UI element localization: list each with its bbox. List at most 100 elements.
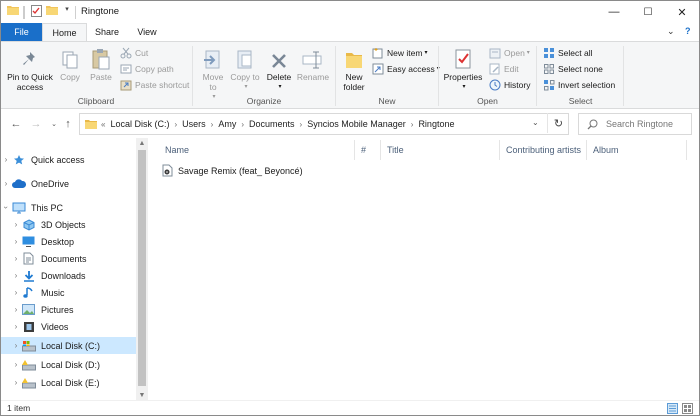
- close-button[interactable]: ✕: [665, 1, 699, 23]
- back-arrow-icon[interactable]: ←: [9, 117, 23, 131]
- cut-button[interactable]: Cut: [119, 45, 148, 60]
- expand-chevron-icon[interactable]: ›: [1, 179, 11, 188]
- select-none-button[interactable]: Select none: [542, 61, 603, 76]
- open-group: Properties ▾ Open ▾ Edit History Open: [440, 42, 535, 109]
- navigation-pane: › Quick access › OneDrive › This PC › 3D…: [1, 138, 149, 400]
- tab-view[interactable]: View: [127, 23, 167, 41]
- new-folder-quick-icon[interactable]: [46, 5, 58, 15]
- nav-videos[interactable]: › Videos: [1, 318, 137, 335]
- rename-icon: [302, 44, 324, 70]
- file-row[interactable]: Savage Remix (feat_ Beyoncé): [161, 162, 303, 179]
- nav-local-disk-c[interactable]: › Local Disk (C:): [1, 337, 137, 354]
- new-item-button[interactable]: New item ▾: [371, 45, 427, 60]
- move-to-button[interactable]: Move to ▾: [198, 44, 228, 102]
- pin-quick-access-button[interactable]: Pin to Quick access: [5, 44, 55, 92]
- refresh-icon[interactable]: ↻: [547, 113, 569, 133]
- expand-chevron-icon[interactable]: ›: [11, 378, 21, 387]
- address-dropdown-icon[interactable]: ⌄: [532, 118, 539, 127]
- expand-chevron-icon[interactable]: ›: [11, 254, 21, 263]
- paste-shortcut-button[interactable]: Paste shortcut: [119, 77, 189, 92]
- breadcrumb-overflow[interactable]: «: [101, 120, 105, 129]
- expand-chevron-icon[interactable]: ›: [11, 322, 21, 331]
- expand-chevron-icon[interactable]: ›: [11, 305, 21, 314]
- new-folder-button[interactable]: New folder: [339, 44, 369, 92]
- breadcrumb-separator-icon[interactable]: ›: [300, 120, 303, 129]
- forward-arrow-icon[interactable]: →: [29, 117, 43, 131]
- new-folder-label: New folder: [343, 72, 365, 92]
- tab-share[interactable]: Share: [87, 23, 127, 41]
- expand-chevron-icon[interactable]: ›: [11, 288, 21, 297]
- minimize-button[interactable]: —: [597, 1, 631, 23]
- easy-access-button[interactable]: Easy access ▾: [371, 61, 440, 76]
- collapse-chevron-icon[interactable]: ›: [2, 203, 11, 213]
- tab-file[interactable]: File: [1, 23, 42, 41]
- ribbon-separator: [536, 46, 537, 106]
- scroll-down-icon[interactable]: ▼: [136, 390, 148, 400]
- large-icons-view-icon[interactable]: [682, 403, 693, 414]
- copy-button[interactable]: Copy: [57, 44, 83, 82]
- customize-qa-dropdown-icon[interactable]: ▾: [62, 5, 72, 13]
- details-view-icon[interactable]: [667, 403, 678, 414]
- breadcrumb-local-disk-c[interactable]: Local Disk (C:): [110, 119, 169, 129]
- invert-selection-button[interactable]: Invert selection: [542, 77, 615, 92]
- nav-pane-scrollbar[interactable]: ▲ ▼: [136, 138, 148, 400]
- nav-onedrive[interactable]: › OneDrive: [1, 175, 137, 192]
- edit-button[interactable]: Edit: [488, 61, 519, 76]
- column-header-number[interactable]: #: [355, 140, 381, 160]
- expand-chevron-icon[interactable]: ›: [11, 237, 21, 246]
- rename-button[interactable]: Rename: [296, 44, 330, 82]
- nav-3d-objects[interactable]: › 3D Objects: [1, 216, 137, 233]
- nav-pictures[interactable]: › Pictures: [1, 301, 137, 318]
- nav-music-label: Music: [41, 287, 65, 298]
- delete-button[interactable]: Delete ▾: [264, 44, 294, 92]
- column-header-contributing-artists[interactable]: Contributing artists: [500, 140, 587, 160]
- breadcrumb-users[interactable]: Users: [182, 119, 206, 129]
- expand-chevron-icon[interactable]: ›: [1, 155, 11, 164]
- nav-this-pc[interactable]: › This PC: [1, 199, 137, 216]
- address-bar[interactable]: « Local Disk (C:) › Users › Amy › Docume…: [79, 113, 569, 135]
- maximize-button[interactable]: ☐: [631, 1, 665, 23]
- open-button[interactable]: Open ▾: [488, 45, 530, 60]
- scrollbar-thumb[interactable]: [138, 150, 146, 386]
- search-box[interactable]: Search Ringtone: [578, 113, 692, 135]
- expand-chevron-icon[interactable]: ›: [11, 360, 21, 369]
- paste-shortcut-icon: [119, 78, 132, 91]
- breadcrumb-ringtone[interactable]: Ringtone: [418, 119, 454, 129]
- paste-button[interactable]: Paste: [87, 44, 115, 82]
- expand-chevron-icon[interactable]: ›: [11, 220, 21, 229]
- properties-button[interactable]: Properties ▾: [443, 44, 483, 92]
- select-all-button[interactable]: Select all: [542, 45, 593, 60]
- nav-local-disk-d[interactable]: › Local Disk (D:): [1, 356, 137, 373]
- breadcrumb-documents[interactable]: Documents: [249, 119, 295, 129]
- expand-chevron-icon[interactable]: ›: [11, 341, 21, 350]
- scroll-up-icon[interactable]: ▲: [136, 138, 148, 148]
- breadcrumb-separator-icon[interactable]: ›: [411, 120, 414, 129]
- breadcrumb-syncios[interactable]: Syncios Mobile Manager: [307, 119, 406, 129]
- recent-locations-chevron-icon[interactable]: ⌄: [47, 117, 61, 131]
- nav-downloads[interactable]: › Downloads: [1, 267, 137, 284]
- collapse-ribbon-icon[interactable]: ⌄: [667, 26, 675, 37]
- breadcrumb-separator-icon[interactable]: ›: [241, 120, 244, 129]
- copy-to-button[interactable]: Copy to ▾: [230, 44, 260, 92]
- properties-quick-icon[interactable]: [30, 5, 42, 17]
- column-header-title[interactable]: Title: [381, 140, 500, 160]
- history-label: History: [504, 79, 531, 90]
- copy-path-button[interactable]: Copy path: [119, 61, 174, 76]
- breadcrumb-separator-icon[interactable]: ›: [211, 120, 214, 129]
- breadcrumb-separator-icon[interactable]: ›: [174, 120, 177, 129]
- help-icon[interactable]: ?: [685, 26, 691, 36]
- nav-local-disk-e[interactable]: › Local Disk (E:): [1, 374, 137, 391]
- nav-quick-access[interactable]: › Quick access: [1, 151, 137, 168]
- column-header-album[interactable]: Album: [587, 140, 687, 160]
- nav-music[interactable]: › Music: [1, 284, 137, 301]
- history-button[interactable]: History: [488, 77, 530, 92]
- column-header-name[interactable]: Name: [159, 140, 355, 160]
- nav-documents[interactable]: › Documents: [1, 250, 137, 267]
- up-arrow-icon[interactable]: ↑: [61, 117, 75, 131]
- tab-home[interactable]: Home: [42, 23, 87, 42]
- breadcrumb-amy[interactable]: Amy: [218, 119, 236, 129]
- edit-label: Edit: [504, 63, 519, 74]
- expand-chevron-icon[interactable]: ›: [11, 271, 21, 280]
- nav-desktop[interactable]: › Desktop: [1, 233, 137, 250]
- ribbon-separator: [335, 46, 336, 106]
